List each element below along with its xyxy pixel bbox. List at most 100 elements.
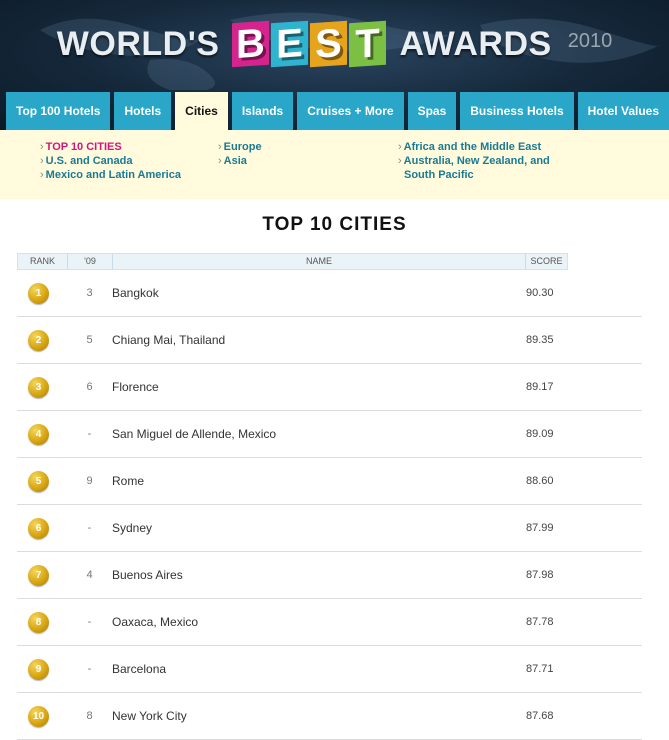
rank-medal-icon: 2 — [28, 330, 49, 351]
tab-hotel-values[interactable]: Hotel Values — [577, 92, 669, 130]
subnav-link-asia[interactable]: › Asia — [218, 154, 262, 168]
city-score: 87.71 — [526, 663, 554, 675]
best-letter: E — [271, 20, 309, 68]
table-row: 5 9 Rome 88.60 — [17, 458, 642, 505]
table-row: 10 8 New York City 87.68 — [17, 693, 642, 740]
main-nav: Top 100 Hotels Hotels Cities Islands Cru… — [0, 92, 669, 130]
arrow-icon: › — [218, 155, 222, 167]
title-year: 2010 — [567, 29, 613, 52]
subnav-column-1: › TOP 10 CITIES › U.S. and Canada › Mexico … — [40, 140, 181, 182]
city-score: 87.78 — [526, 616, 554, 628]
table-row: 1 3 Bangkok 90.30 — [17, 270, 642, 317]
city-name: Bangkok — [112, 286, 159, 300]
subnav-link-label: U.S. and Canada — [45, 155, 133, 167]
subnav-link-label: Africa and the Middle East — [403, 141, 542, 153]
title-best-logo: B E S T — [231, 20, 387, 68]
column-header-name: NAME — [305, 256, 332, 266]
tab-hotels[interactable]: Hotels — [114, 92, 172, 130]
rank-medal-icon: 9 — [28, 659, 49, 680]
table-row: 4 - San Miguel de Allende, Mexico 89.09 — [17, 411, 642, 458]
city-name: Buenos Aires — [112, 568, 183, 582]
arrow-icon: › — [40, 141, 44, 153]
subnav-link-label: Asia — [223, 155, 247, 167]
table-row: 9 - Barcelona 87.71 — [17, 646, 642, 693]
arrow-icon: › — [398, 141, 402, 153]
previous-rank: - — [87, 428, 92, 440]
city-score: 89.35 — [526, 334, 554, 346]
rank-medal-icon: 8 — [28, 612, 49, 633]
tab-islands[interactable]: Islands — [231, 92, 294, 130]
previous-rank: - — [87, 522, 92, 534]
column-header-prev-year: '09 — [84, 256, 96, 266]
subnav-link-top-10-cities[interactable]: › TOP 10 CITIES — [40, 140, 181, 154]
column-header-score: SCORE — [530, 256, 563, 266]
page-title: TOP 10 CITIES — [262, 214, 407, 235]
title-awards: AWARDS — [399, 24, 552, 63]
arrow-icon: › — [218, 141, 222, 153]
city-name: Chiang Mai, Thailand — [112, 333, 226, 347]
subnav-link-mexico-latin-america[interactable]: › Mexico and Latin America — [40, 168, 181, 182]
previous-rank: 5 — [86, 334, 93, 346]
best-letter: S — [310, 20, 348, 68]
best-letter: T — [349, 20, 387, 68]
city-score: 89.09 — [526, 428, 554, 440]
table-header: RANK '09 NAME SCORE — [17, 253, 568, 270]
table-row: 7 4 Buenos Aires 87.98 — [17, 552, 642, 599]
city-score: 87.68 — [526, 710, 554, 722]
arrow-icon: › — [398, 155, 402, 167]
subnav-link-us-canada[interactable]: › U.S. and Canada — [40, 154, 181, 168]
city-name: Barcelona — [112, 662, 167, 676]
previous-rank: 9 — [86, 475, 93, 487]
city-name: Oaxaca, Mexico — [112, 615, 199, 629]
previous-rank: 8 — [86, 710, 93, 722]
subnav-column-2: › Europe › Asia — [218, 140, 262, 168]
city-name: Rome — [112, 474, 145, 488]
arrow-icon: › — [40, 155, 44, 167]
rank-medal-icon: 3 — [28, 377, 49, 398]
title-worlds: WORLD'S — [56, 24, 220, 63]
previous-rank: - — [87, 663, 92, 675]
subnav-link-africa-middle-east[interactable]: › Africa and the Middle East — [398, 140, 550, 154]
subnav-link-label: Mexico and Latin America — [45, 169, 181, 181]
city-name: Sydney — [112, 521, 153, 535]
subnav-link-label: TOP 10 CITIES — [45, 141, 122, 153]
rank-medal-icon: 4 — [28, 424, 49, 445]
sub-nav: › TOP 10 CITIES › U.S. and Canada › Mexico … — [0, 130, 669, 199]
city-score: 89.17 — [526, 381, 554, 393]
tab-business-hotels[interactable]: Business Hotels — [460, 92, 574, 130]
rank-medal-icon: 5 — [28, 471, 49, 492]
previous-rank: 3 — [86, 287, 93, 299]
table-row: 2 5 Chiang Mai, Thailand 89.35 — [17, 317, 642, 364]
subnav-link-label: Europe — [223, 141, 262, 153]
city-score: 87.99 — [526, 522, 554, 534]
table-row: 3 6 Florence 89.17 — [17, 364, 642, 411]
previous-rank: - — [87, 616, 92, 628]
subnav-link-label: South Pacific — [404, 169, 474, 181]
city-score: 87.98 — [526, 569, 554, 581]
subnav-link-australia-nz-south-pacific[interactable]: › Australia, New Zealand, and South Pacifi… — [398, 154, 550, 182]
table-row: 6 - Sydney 87.99 — [17, 505, 642, 552]
awards-title: WORLD'S B E S T AWARDS 2010 — [0, 18, 669, 70]
city-name: San Miguel de Allende, Mexico — [112, 427, 277, 441]
city-score: 90.30 — [526, 287, 554, 299]
city-name: Florence — [112, 380, 159, 394]
subnav-link-label: Australia, New Zealand, and — [403, 155, 550, 167]
table-row: 8 - Oaxaca, Mexico 87.78 — [17, 599, 642, 646]
subnav-column-3: › Africa and the Middle East › Australia, … — [398, 140, 550, 182]
tab-spas[interactable]: Spas — [407, 92, 457, 130]
header-banner: WORLD'S B E S T AWARDS 2010 Top 100 Hote… — [0, 0, 669, 130]
rank-medal-icon: 7 — [28, 565, 49, 586]
column-header-rank: RANK — [29, 256, 55, 266]
tab-top-100-hotels[interactable]: Top 100 Hotels — [6, 92, 111, 130]
city-score: 88.60 — [526, 475, 554, 487]
city-name: New York City — [112, 709, 187, 723]
best-letter: B — [232, 20, 270, 68]
previous-rank: 6 — [86, 381, 93, 393]
tab-cruises-more[interactable]: Cruises + More — [297, 92, 404, 130]
rank-medal-icon: 6 — [28, 518, 49, 539]
arrow-icon: › — [40, 169, 44, 181]
rank-medal-icon: 1 — [28, 283, 49, 304]
previous-rank: 4 — [86, 569, 93, 581]
subnav-link-europe[interactable]: › Europe — [218, 140, 262, 154]
tab-cities[interactable]: Cities — [175, 92, 228, 130]
